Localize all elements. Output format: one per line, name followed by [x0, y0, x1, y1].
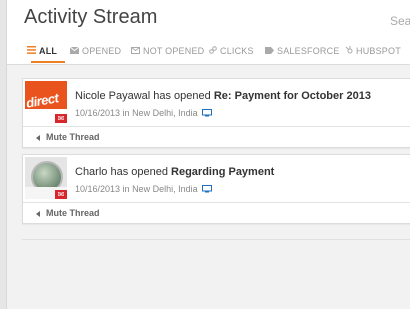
activity-summary: Charlo has opened Regarding Payment — [75, 166, 274, 178]
active-tab-underline — [31, 61, 65, 63]
envelope-outline-icon — [131, 46, 140, 56]
mute-thread-button[interactable]: Mute Thread — [36, 132, 100, 142]
activity-summary: Nicole Payawal has opened Re: Payment fo… — [75, 90, 371, 102]
tab-salesforce[interactable]: SALESFORCE — [265, 46, 340, 56]
hubspot-icon — [345, 46, 353, 56]
activity-location: New Delhi, India — [132, 184, 198, 194]
left-sidebar-strip — [0, 0, 7, 309]
tag-icon — [265, 46, 274, 56]
search-input[interactable]: Searc — [390, 14, 410, 28]
filter-tabs: ALL OPENED NOT OPENED CLICKS SALESFORCE … — [7, 38, 410, 65]
activity-meta: 10/16/2013 in New Delhi, India — [75, 108, 213, 119]
mute-thread-button[interactable]: Mute Thread — [36, 208, 100, 218]
activity-date: 10/16/2013 — [75, 108, 121, 118]
activity-date: 10/16/2013 — [75, 184, 121, 194]
email-subject[interactable]: Re: Payment for October 2013 — [214, 90, 371, 102]
avatar-logo-text: direct — [25, 90, 60, 111]
envelope-icon: ✉ — [55, 190, 67, 199]
activity-card: ✉ Charlo has opened Regarding Payment 10… — [22, 154, 410, 224]
contact-name[interactable]: Charlo — [75, 166, 107, 178]
divider — [23, 202, 410, 203]
link-icon — [209, 46, 217, 56]
caret-left-icon — [36, 134, 40, 141]
tab-all[interactable]: ALL — [27, 46, 57, 56]
divider — [23, 126, 410, 127]
divider — [22, 239, 410, 240]
header: Activity Stream Searc — [7, 0, 410, 38]
tab-not-opened[interactable]: NOT OPENED — [131, 46, 204, 56]
email-subject[interactable]: Regarding Payment — [171, 166, 274, 178]
tab-clicks[interactable]: CLICKS — [209, 46, 254, 56]
envelope-icon — [69, 46, 80, 56]
page-title: Activity Stream — [24, 6, 158, 28]
activity-card: direct ✉ Nicole Payawal has opened Re: P… — [22, 78, 410, 148]
tab-label: OPENED — [82, 46, 122, 56]
tab-label: NOT OPENED — [143, 46, 205, 56]
contact-name[interactable]: Nicole Payawal — [75, 90, 150, 102]
desktop-icon — [202, 184, 213, 195]
avatar: direct ✉ — [25, 81, 67, 123]
list-icon — [27, 46, 36, 56]
tab-label: SALESFORCE — [277, 46, 340, 56]
activity-location: New Delhi, India — [132, 108, 198, 118]
envelope-icon: ✉ — [55, 114, 67, 123]
tab-label: CLICKS — [220, 46, 254, 56]
tab-label: ALL — [39, 46, 58, 56]
desktop-icon — [202, 108, 213, 119]
activity-meta: 10/16/2013 in New Delhi, India — [75, 184, 213, 195]
caret-left-icon — [36, 210, 40, 217]
tab-label: HUBSPOT — [356, 46, 401, 56]
activity-action: has opened — [150, 90, 214, 102]
avatar: ✉ — [25, 157, 67, 199]
tab-hubspot[interactable]: HUBSPOT — [345, 46, 401, 56]
activity-action: has opened — [107, 166, 172, 178]
tab-opened[interactable]: OPENED — [69, 46, 122, 56]
